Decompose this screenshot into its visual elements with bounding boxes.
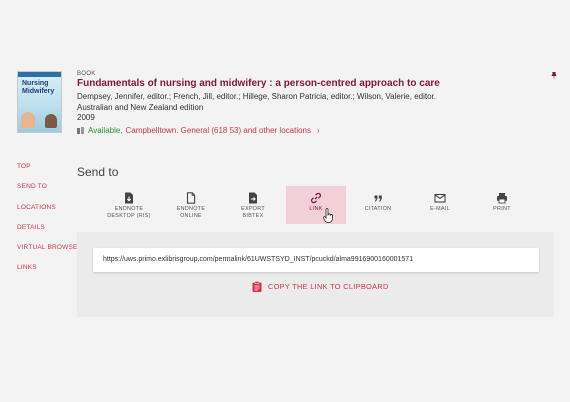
email-button[interactable]: E-MAIL xyxy=(410,186,470,224)
availability-line[interactable]: Available, Campbelltown. General (618 53… xyxy=(77,126,320,135)
availability-status: Available, xyxy=(88,126,123,135)
nav-item-top[interactable]: TOP xyxy=(17,162,78,182)
cover-stripe xyxy=(18,72,61,77)
record-title[interactable]: Fundamentals of nursing and midwifery : … xyxy=(77,78,440,89)
send-to-heading: Send to xyxy=(77,165,119,179)
library-shelf-icon xyxy=(77,127,85,134)
availability-location[interactable]: Campbelltown. General (618 53) and other… xyxy=(126,126,311,135)
nav-item-virtual-browse[interactable]: VIRTUAL BROWSE xyxy=(17,243,78,263)
copy-link-label: COPY THE LINK TO CLIPBOARD xyxy=(268,282,389,291)
action-sublabel: ONLINE xyxy=(180,213,202,219)
record-year: 2009 xyxy=(77,113,95,122)
record-type: BOOK xyxy=(77,71,96,77)
action-label: E-MAIL xyxy=(430,206,450,212)
cover-figure xyxy=(21,112,35,128)
cover-title-line2: Midwifery xyxy=(22,88,55,95)
link-icon xyxy=(311,192,321,204)
hand-cursor-icon xyxy=(323,208,333,223)
record-edition: Australian and New Zealand edition xyxy=(77,102,204,112)
file-export-icon xyxy=(249,192,257,204)
link-panel: https://uws.primo.exlibrisgroup.com/perm… xyxy=(77,232,554,317)
action-label: CITATION xyxy=(364,206,392,212)
citation-button[interactable]: CITATION xyxy=(348,186,408,224)
cover-title-line1: Nursing xyxy=(22,80,49,87)
side-navigation: TOP SEND TO LOCATIONS DETAILS VIRTUAL BR… xyxy=(17,162,78,284)
nav-item-locations[interactable]: LOCATIONS xyxy=(17,203,78,223)
pin-icon[interactable] xyxy=(549,71,559,81)
cover-figure xyxy=(45,114,57,128)
record-authors: Dempsey, Jennifer, editor.; French, Jill… xyxy=(77,92,436,101)
clipboard-icon xyxy=(252,281,262,292)
print-button[interactable]: PRINT xyxy=(472,186,532,224)
book-cover-image[interactable]: Nursing Midwifery xyxy=(17,71,62,133)
action-label: ENDNOTE xyxy=(176,206,206,212)
action-label: EXPORT xyxy=(241,206,265,212)
action-sublabel: BIBTEX xyxy=(242,213,264,219)
cover-title: Nursing Midwifery xyxy=(22,80,54,96)
endnote-desktop-button[interactable]: ENDNOTE DESKTOP (RIS) xyxy=(99,186,159,224)
permalink-field[interactable]: https://uws.primo.exlibrisgroup.com/perm… xyxy=(93,248,539,272)
printer-icon xyxy=(497,193,507,204)
action-label: ENDNOTE xyxy=(114,206,144,212)
record-meta: Dempsey, Jennifer, editor.; French, Jill… xyxy=(77,92,436,124)
nav-item-links[interactable]: LINKS xyxy=(17,263,78,283)
action-sublabel: DESKTOP (RIS) xyxy=(107,213,151,219)
action-label: PRINT xyxy=(493,206,511,212)
copy-link-button[interactable]: COPY THE LINK TO CLIPBOARD xyxy=(252,281,389,292)
nav-item-details[interactable]: DETAILS xyxy=(17,223,78,243)
action-label: LINK xyxy=(309,206,323,212)
export-bibtex-button[interactable]: EXPORT BIBTEX xyxy=(223,186,283,224)
nav-item-send-to[interactable]: SEND TO xyxy=(17,182,78,202)
endnote-online-button[interactable]: ENDNOTE ONLINE xyxy=(161,186,221,224)
file-download-icon xyxy=(125,192,133,204)
chevron-right-icon: › xyxy=(317,126,320,135)
quote-icon xyxy=(374,195,382,202)
link-button[interactable]: LINK xyxy=(286,186,346,224)
mail-icon xyxy=(434,193,446,203)
file-icon xyxy=(186,192,196,204)
